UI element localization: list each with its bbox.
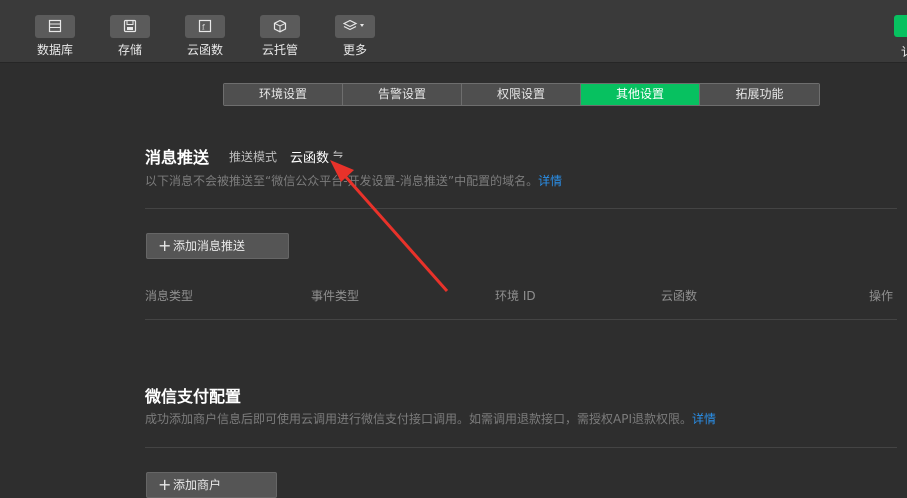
annotation-arrow xyxy=(330,160,449,292)
